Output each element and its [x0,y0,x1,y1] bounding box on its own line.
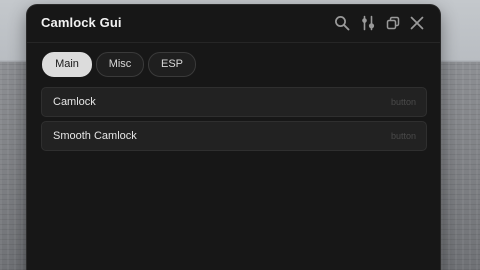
sliders-icon[interactable] [360,15,376,31]
row-label: Smooth Camlock [53,130,137,142]
close-icon[interactable] [409,15,425,31]
tab-misc[interactable]: Misc [96,52,144,77]
row-type-hint: button [390,97,416,107]
window-title: Camlock Gui [41,15,122,30]
titlebar[interactable]: Camlock Gui [27,5,440,43]
tab-esp[interactable]: ESP [148,52,196,77]
smooth-camlock-button[interactable]: Smooth Camlock button [41,121,427,151]
search-icon[interactable] [334,15,350,31]
camlock-button[interactable]: Camlock button [41,87,427,117]
row-label: Camlock [53,96,96,108]
game-viewport: Camlock Gui Main Misc ESP Camlock button… [0,0,480,270]
gui-window: Camlock Gui Main Misc ESP Camlock button… [27,5,440,270]
row-type-hint: button [390,131,416,141]
tab-main[interactable]: Main [42,52,92,77]
minimize-icon[interactable] [385,15,401,31]
